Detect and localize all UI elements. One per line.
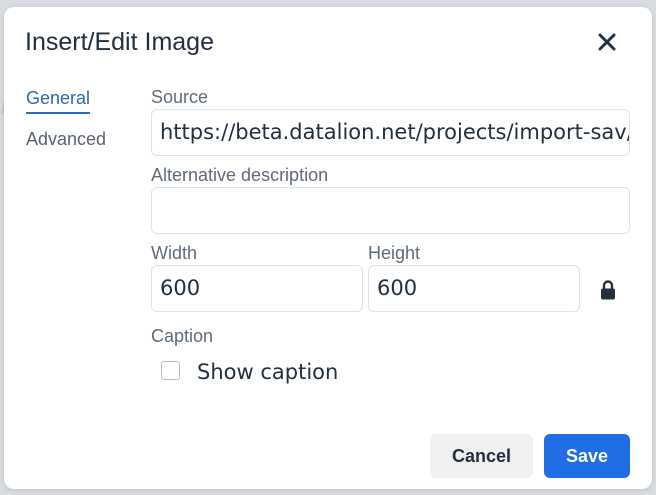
dialog-title: Insert/Edit Image bbox=[25, 28, 214, 56]
width-input[interactable]: 600 bbox=[151, 265, 363, 312]
alt-description-label: Alternative description bbox=[151, 165, 329, 185]
insert-edit-image-dialog: Insert/Edit Image General Advanced Sourc… bbox=[4, 7, 652, 489]
caption-label: Caption bbox=[151, 326, 214, 346]
dialog-tabs: General Advanced bbox=[26, 87, 136, 153]
height-input[interactable]: 600 bbox=[368, 265, 580, 312]
tab-general[interactable]: General bbox=[26, 87, 91, 114]
show-caption-checkbox[interactable] bbox=[161, 361, 180, 380]
source-label: Source bbox=[151, 87, 209, 107]
close-icon bbox=[598, 33, 616, 51]
save-button[interactable]: Save bbox=[544, 434, 630, 478]
height-label: Height bbox=[368, 243, 421, 263]
cancel-button[interactable]: Cancel bbox=[430, 434, 533, 478]
source-input[interactable]: https://beta.datalion.net/projects/impor… bbox=[151, 109, 630, 156]
close-button[interactable] bbox=[594, 29, 620, 55]
tab-advanced[interactable]: Advanced bbox=[26, 128, 136, 153]
constrain-proportions-button[interactable] bbox=[600, 279, 616, 301]
show-caption-label[interactable]: Show caption bbox=[197, 359, 338, 385]
alt-description-input[interactable] bbox=[151, 187, 630, 234]
lock-icon bbox=[601, 280, 615, 300]
width-label: Width bbox=[151, 243, 198, 263]
